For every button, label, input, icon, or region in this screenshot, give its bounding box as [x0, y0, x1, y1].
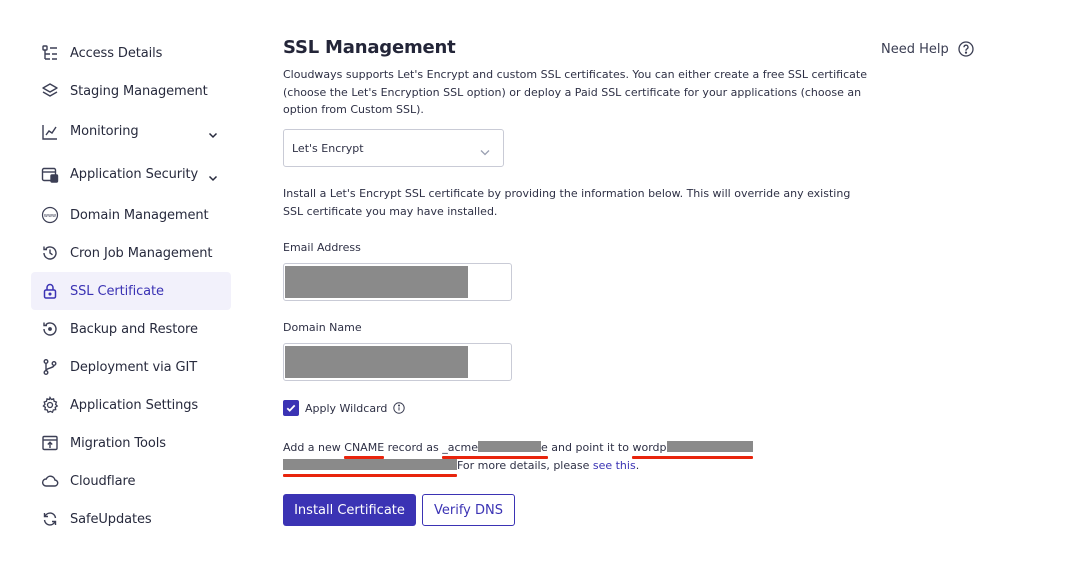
- sidebar-item-cloudflare[interactable]: Cloudflare: [31, 462, 231, 500]
- sidebar-item-label: Staging Management: [70, 83, 208, 99]
- sidebar-item-safeupdates[interactable]: SafeUpdates: [31, 500, 231, 538]
- ssl-type-select[interactable]: Let's Encrypt: [283, 129, 504, 167]
- domain-label: Domain Name: [283, 321, 362, 334]
- chevron-down-icon[interactable]: [207, 126, 219, 138]
- redacted-value: [285, 266, 468, 298]
- cname-mid2: and point it to: [547, 441, 633, 454]
- sidebar-item-label: SSL Certificate: [70, 283, 164, 299]
- sidebar-item-domain-management[interactable]: www Domain Management: [31, 196, 231, 234]
- apply-wildcard-label: Apply Wildcard: [305, 401, 388, 415]
- sidebar-item-label: Backup and Restore: [70, 321, 198, 337]
- gear-icon: [41, 396, 59, 414]
- cloud-icon: [41, 472, 59, 490]
- email-field[interactable]: [283, 263, 512, 301]
- page-title: SSL Management: [283, 37, 456, 58]
- need-help-link[interactable]: Need Help: [881, 41, 974, 57]
- sidebar-item-staging-management[interactable]: Staging Management: [31, 72, 231, 110]
- sidebar-item-label: Application Settings: [70, 397, 199, 413]
- cname-word: CNAME: [344, 439, 384, 459]
- see-this-link[interactable]: see this: [593, 459, 636, 472]
- redacted-value: [666, 441, 753, 452]
- info-icon[interactable]: [393, 402, 406, 414]
- cname-record-tail: e: [541, 441, 548, 454]
- migration-icon: [41, 434, 59, 452]
- sidebar-item-backup-and-restore[interactable]: Backup and Restore: [31, 310, 231, 348]
- email-label: Email Address: [283, 241, 361, 254]
- sidebar-item-label: Application Security: [70, 167, 199, 182]
- sidebar-item-label: Deployment via GIT: [70, 359, 198, 375]
- sidebar-item-deployment-via-git[interactable]: Deployment via GIT: [31, 348, 231, 386]
- sidebar-item-migration-tools[interactable]: Migration Tools: [31, 424, 231, 462]
- sidebar-item-application-security[interactable]: Application Security: [31, 153, 231, 196]
- refresh-icon: [41, 510, 59, 528]
- svg-text:www: www: [44, 213, 56, 219]
- chevron-down-icon[interactable]: [207, 169, 219, 181]
- cname-details: For more details, please: [457, 459, 593, 472]
- verify-dns-button[interactable]: Verify DNS: [422, 494, 515, 526]
- ssl-description: Cloudways supports Let's Encrypt and cus…: [283, 68, 867, 116]
- cname-mid1: record as: [384, 441, 443, 454]
- cname-record-value: _acme e: [442, 439, 548, 459]
- history-icon: [41, 244, 59, 262]
- question-circle-icon: [958, 41, 974, 57]
- sidebar: Access Details Staging Management Monito…: [31, 34, 231, 538]
- sidebar-item-label: Migration Tools: [70, 435, 166, 451]
- cname-target-value: wordp: [632, 439, 753, 459]
- install-info-text: Install a Let's Encrypt SSL certificate …: [283, 187, 851, 218]
- chart-line-icon: [41, 123, 59, 141]
- redacted-value: [283, 459, 457, 470]
- sidebar-item-label: Domain Management: [70, 207, 209, 223]
- layers-icon: [41, 82, 59, 100]
- sidebar-item-label: SafeUpdates: [70, 511, 152, 527]
- redacted-value: [285, 346, 468, 378]
- security-icon: [41, 166, 59, 184]
- access-details-icon: [41, 44, 59, 62]
- www-icon: www: [41, 206, 59, 224]
- sidebar-item-label: Monitoring: [70, 124, 139, 139]
- git-branch-icon: [41, 358, 59, 376]
- cname-record-visible: _acme: [442, 441, 479, 454]
- redacted-value: [478, 441, 542, 452]
- install-certificate-button[interactable]: Install Certificate: [283, 494, 416, 526]
- apply-wildcard-checkbox[interactable]: [283, 400, 299, 416]
- chevron-down-icon: [479, 143, 491, 156]
- sidebar-item-access-details[interactable]: Access Details: [31, 34, 231, 72]
- sidebar-item-label: Cron Job Management: [70, 245, 213, 261]
- restore-icon: [41, 320, 59, 338]
- need-help-label: Need Help: [881, 41, 949, 57]
- sidebar-item-cron-job-management[interactable]: Cron Job Management: [31, 234, 231, 272]
- sidebar-item-application-settings[interactable]: Application Settings: [31, 386, 231, 424]
- sidebar-item-label: Cloudflare: [70, 473, 136, 489]
- apply-wildcard-row: Apply Wildcard: [283, 400, 406, 416]
- sidebar-item-monitoring[interactable]: Monitoring: [31, 110, 231, 153]
- sidebar-item-label: Access Details: [70, 45, 163, 61]
- cname-target-continued: [283, 457, 457, 477]
- domain-field[interactable]: [283, 343, 512, 381]
- cname-target-visible: wordp: [632, 441, 667, 454]
- lock-icon: [41, 282, 59, 300]
- cname-instructions: Add a new CNAME record as _acme e and poi…: [283, 439, 783, 477]
- cname-end: .: [635, 459, 640, 472]
- sidebar-item-ssl-certificate[interactable]: SSL Certificate: [31, 272, 231, 310]
- cname-prefix: Add a new: [283, 441, 345, 454]
- ssl-type-selected-value: Let's Encrypt: [292, 141, 364, 155]
